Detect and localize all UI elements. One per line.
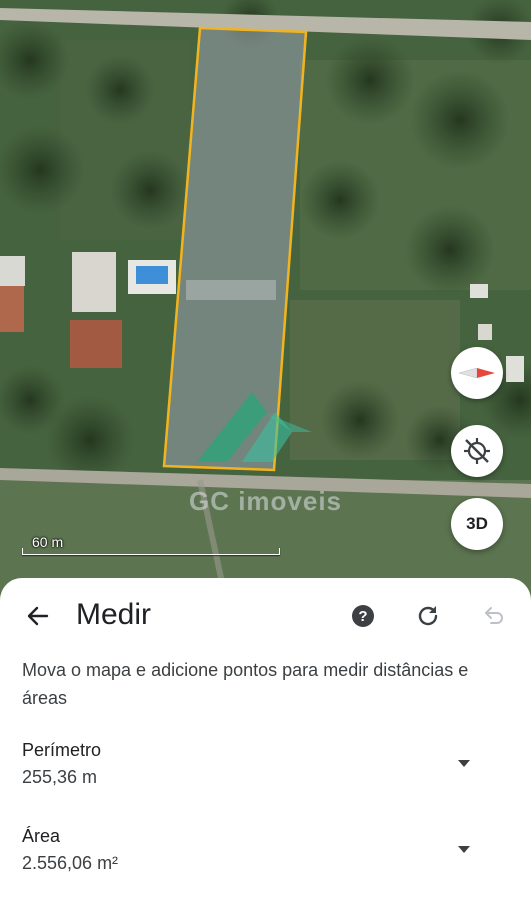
- map-scale: 60 m: [22, 534, 280, 556]
- back-button[interactable]: [24, 602, 52, 630]
- 3d-toggle-button[interactable]: 3D: [451, 498, 503, 550]
- my-location-button[interactable]: [451, 425, 503, 477]
- area-label: Área: [22, 826, 61, 846]
- satellite-map[interactable]: GC imoveis 60 m 3D: [0, 0, 531, 620]
- help-icon: ?: [358, 607, 368, 625]
- perimeter-value: 255,36 m: [22, 767, 98, 787]
- compass-button[interactable]: [451, 347, 503, 399]
- refresh-icon: [418, 606, 438, 626]
- measure-sheet: Medir ? Mova o mapa e adicione pontos pa…: [0, 578, 531, 900]
- undo-icon: [485, 607, 503, 624]
- chevron-down-icon[interactable]: [458, 760, 470, 767]
- instructions-text: Mova o mapa e adicione pontos para medir…: [22, 660, 469, 708]
- perimeter-row[interactable]: Perímetro 255,36 m: [22, 738, 512, 792]
- help-button[interactable]: ?: [352, 605, 374, 627]
- reset-button[interactable]: [414, 602, 442, 630]
- area-value: 2.556,06 m²: [22, 853, 119, 873]
- back-arrow-icon: [27, 606, 49, 626]
- scale-bar: [22, 548, 280, 555]
- compass-icon: [458, 367, 495, 379]
- watermark-text: GC imoveis: [188, 486, 343, 516]
- watermark-logo-icon: [197, 392, 312, 462]
- location-disabled-icon: [464, 438, 490, 464]
- perimeter-label: Perímetro: [22, 740, 102, 760]
- page-title: Medir: [76, 598, 152, 631]
- chevron-down-icon[interactable]: [458, 846, 470, 853]
- area-row[interactable]: Área 2.556,06 m²: [22, 824, 512, 878]
- undo-button[interactable]: [480, 602, 508, 630]
